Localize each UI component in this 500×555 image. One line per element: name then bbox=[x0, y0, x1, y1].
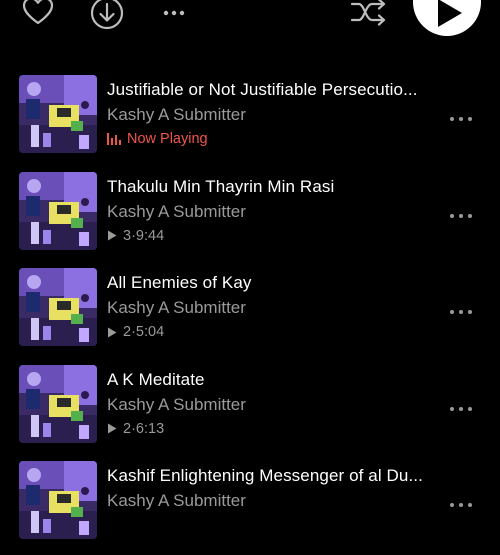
track-row[interactable]: Justifiable or Not Justifiable Persecuti… bbox=[0, 72, 500, 169]
track-artist: Kashy A Submitter bbox=[107, 394, 246, 414]
track-artist: Kashy A Submitter bbox=[107, 298, 246, 317]
more-options-icon[interactable] bbox=[448, 496, 474, 507]
track-row[interactable]: Kashif Enlightening Messenger of al Du..… bbox=[0, 458, 500, 555]
more-options-icon[interactable] bbox=[448, 400, 474, 411]
play-count: 3 bbox=[123, 227, 132, 244]
track-title: Kashif Enlightening Messenger of al Du..… bbox=[107, 466, 423, 485]
track-artwork bbox=[19, 268, 97, 346]
track-duration: 9:44 bbox=[135, 227, 165, 244]
track-duration: 5:04 bbox=[135, 324, 165, 340]
track-artist: Kashy A Submitter bbox=[107, 105, 246, 124]
track-row[interactable]: Thakulu Min Thayrin Min Rasi Kashy A Sub… bbox=[0, 169, 500, 266]
now-playing-indicator: Now Playing bbox=[107, 131, 208, 147]
track-title: A K Meditate bbox=[107, 369, 205, 389]
play-count-icon bbox=[108, 230, 117, 241]
play-count: 2 bbox=[123, 324, 132, 340]
now-playing-label: Now Playing bbox=[127, 131, 208, 147]
play-icon bbox=[438, 0, 462, 27]
track-artwork bbox=[19, 461, 97, 539]
download-icon[interactable] bbox=[88, 0, 126, 32]
more-options-icon[interactable] bbox=[448, 303, 474, 314]
track-list: Justifiable or Not Justifiable Persecuti… bbox=[0, 72, 500, 555]
track-artwork bbox=[19, 364, 97, 443]
play-count: 2 bbox=[123, 420, 132, 437]
heart-icon[interactable] bbox=[20, 0, 56, 30]
track-artist: Kashy A Submitter bbox=[107, 201, 246, 221]
track-row[interactable]: A K Meditate Kashy A Submitter 2·6:13 bbox=[0, 362, 500, 459]
equalizer-icon bbox=[107, 133, 121, 145]
track-title: Thakulu Min Thayrin Min Rasi bbox=[107, 176, 335, 196]
track-title: Justifiable or Not Justifiable Persecuti… bbox=[107, 80, 418, 99]
more-options-icon[interactable] bbox=[448, 207, 474, 218]
more-horizontal-icon[interactable] bbox=[158, 0, 190, 26]
more-options-icon[interactable] bbox=[448, 110, 474, 121]
track-stats: 2·6:13 bbox=[107, 421, 164, 437]
track-title: All Enemies of Kay bbox=[107, 273, 252, 292]
player-toolbar bbox=[0, 0, 500, 50]
shuffle-icon[interactable] bbox=[348, 0, 390, 30]
track-stats: 3·9:44 bbox=[107, 228, 164, 244]
play-count-icon bbox=[108, 327, 117, 337]
play-button[interactable] bbox=[413, 0, 481, 36]
play-count-icon bbox=[108, 423, 117, 434]
track-artwork bbox=[19, 75, 97, 153]
track-stats: 2·5:04 bbox=[107, 324, 164, 340]
track-row[interactable]: All Enemies of Kay Kashy A Submitter 2·5… bbox=[0, 265, 500, 362]
track-artwork bbox=[19, 171, 97, 250]
track-duration: 6:13 bbox=[135, 420, 165, 437]
track-artist: Kashy A Submitter bbox=[107, 491, 246, 510]
